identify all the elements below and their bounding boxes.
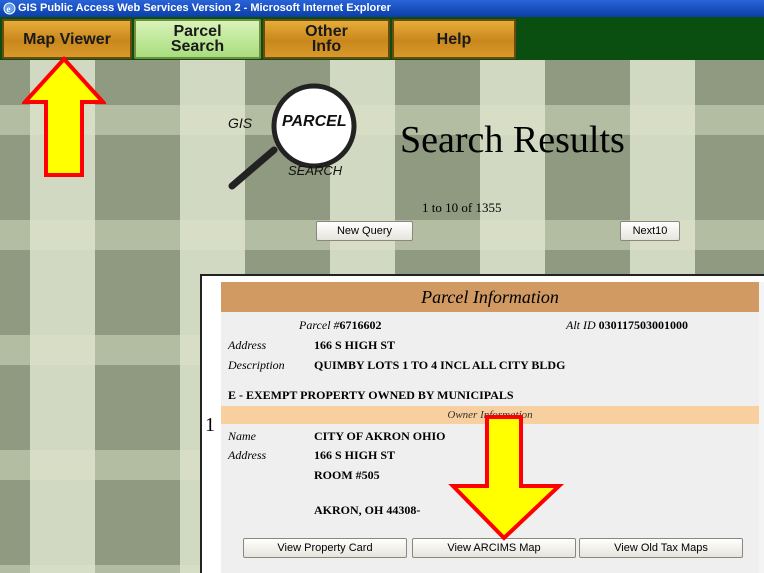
window-title: GIS Public Access Web Services Version 2…	[18, 2, 391, 14]
gis-parcel-search-logo: GIS PARCEL SEARCH	[228, 83, 357, 190]
top-navigation: Map Viewer Parcel Search Other Info Help	[0, 17, 764, 60]
svg-text:PARCEL: PARCEL	[282, 113, 347, 130]
view-old-tax-maps-button[interactable]: View Old Tax Maps	[579, 538, 743, 558]
down-arrow-icon	[448, 415, 565, 541]
svg-text:SEARCH: SEARCH	[288, 163, 343, 178]
tab-parcel-search[interactable]: Parcel Search	[134, 19, 261, 59]
tab-parcel-search-label-2: Search	[170, 38, 225, 55]
svg-text:e: e	[7, 4, 11, 14]
results-range: 1 to 10 of 1355	[422, 200, 502, 215]
parcel-number-label: Parcel #	[299, 318, 340, 332]
scrollbar[interactable]	[759, 282, 764, 573]
owner-address-line-3: AKRON, OH 44308-	[314, 503, 421, 517]
description-label: Description	[228, 358, 285, 372]
tab-parcel-search-label-1: Parcel	[173, 23, 222, 40]
parcel-number-value: 6716602	[339, 318, 382, 332]
parcel-number-row: Parcel #6716602	[299, 318, 382, 333]
tab-other-info[interactable]: Other Info	[263, 19, 390, 59]
owner-name-label: Name	[228, 429, 256, 443]
window-title-bar: e GIS Public Access Web Services Version…	[0, 0, 764, 17]
tab-help[interactable]: Help	[392, 19, 516, 59]
tab-map-viewer[interactable]: Map Viewer	[2, 19, 132, 59]
owner-address-label: Address	[228, 448, 267, 462]
next-10-button[interactable]: Next10	[620, 221, 680, 241]
alt-id-label: Alt ID	[566, 318, 596, 332]
description-value: QUIMBY LOTS 1 TO 4 INCL ALL CITY BLDG	[314, 358, 566, 372]
owner-address-line-2: ROOM #505	[314, 468, 380, 482]
owner-name-value: CITY OF AKRON OHIO	[314, 429, 446, 443]
alt-id-row: Alt ID 030117503001000	[566, 318, 688, 333]
result-row-number: 1	[205, 414, 215, 436]
view-property-card-button[interactable]: View Property Card	[243, 538, 407, 558]
tab-other-info-label-2: Info	[311, 38, 342, 55]
address-value: 166 S HIGH ST	[314, 338, 396, 352]
tab-other-info-label-1: Other	[305, 23, 348, 40]
property-class: E - EXEMPT PROPERTY OWNED BY MUNICIPALS	[228, 388, 514, 402]
new-query-button[interactable]: New Query	[316, 221, 413, 241]
address-label: Address	[228, 338, 267, 352]
tab-map-viewer-label: Map Viewer	[23, 30, 111, 48]
owner-address-line-1: 166 S HIGH ST	[314, 448, 396, 462]
parcel-information-header: Parcel Information	[221, 282, 759, 312]
up-arrow-icon	[22, 56, 106, 177]
internet-explorer-icon: e	[3, 2, 16, 15]
svg-text:GIS: GIS	[228, 115, 253, 131]
page-title: Search Results	[400, 119, 625, 161]
alt-id-value: 030117503001000	[598, 318, 689, 332]
tab-help-label: Help	[436, 30, 472, 48]
